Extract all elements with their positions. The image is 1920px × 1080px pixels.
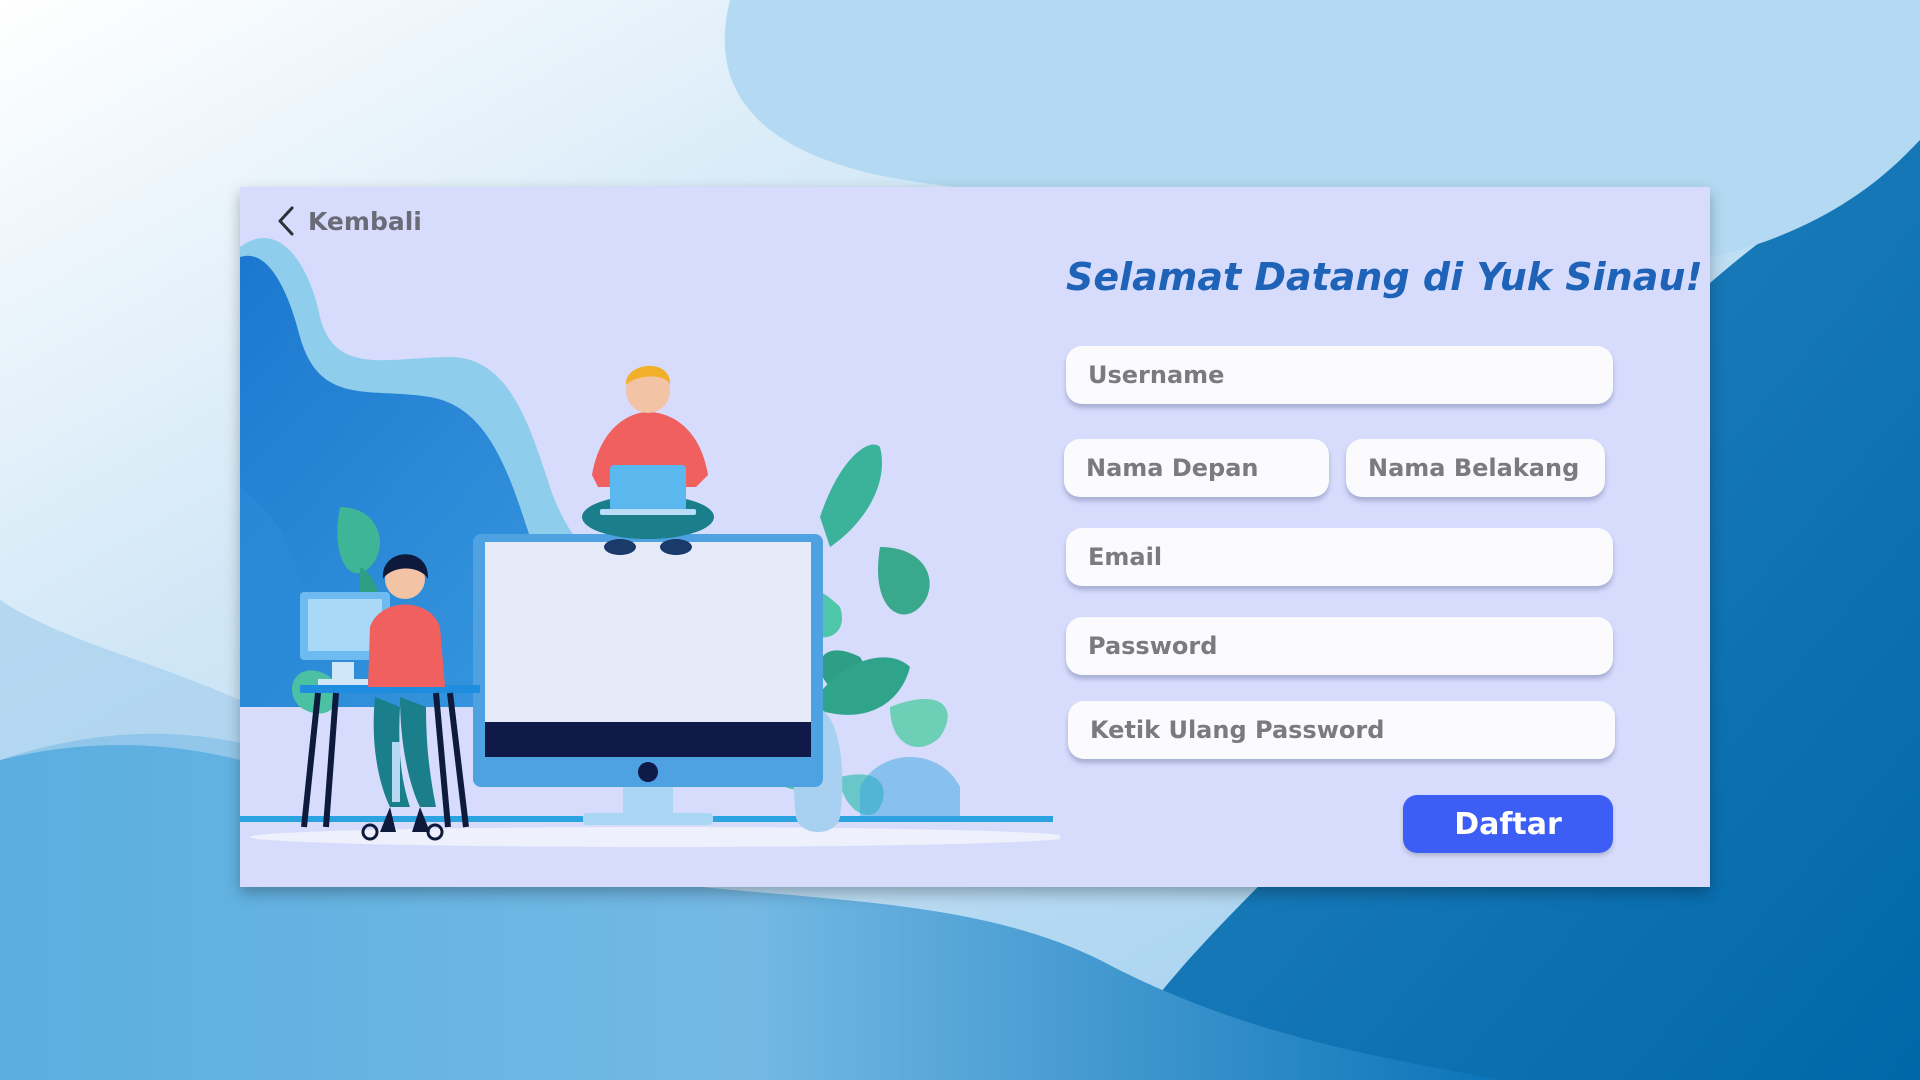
- desktop-monitor: [473, 534, 823, 825]
- chevron-left-icon: [278, 206, 294, 236]
- back-button[interactable]: Kembali: [276, 197, 422, 245]
- confirm-password-input[interactable]: [1068, 701, 1615, 759]
- workspace-illustration: [240, 237, 1060, 847]
- register-button[interactable]: Daftar: [1403, 795, 1613, 853]
- email-input[interactable]: [1066, 528, 1613, 586]
- last-name-input[interactable]: [1346, 439, 1605, 497]
- registration-card: Kembali Selamat Datang di Yuk Sinau! Daf…: [240, 187, 1710, 887]
- password-input[interactable]: [1066, 617, 1613, 675]
- username-input[interactable]: [1066, 346, 1613, 404]
- first-name-input[interactable]: [1064, 439, 1329, 497]
- page-title: Selamat Datang di Yuk Sinau!: [1066, 255, 1703, 299]
- man-with-laptop: [582, 365, 714, 555]
- back-label: Kembali: [308, 206, 422, 236]
